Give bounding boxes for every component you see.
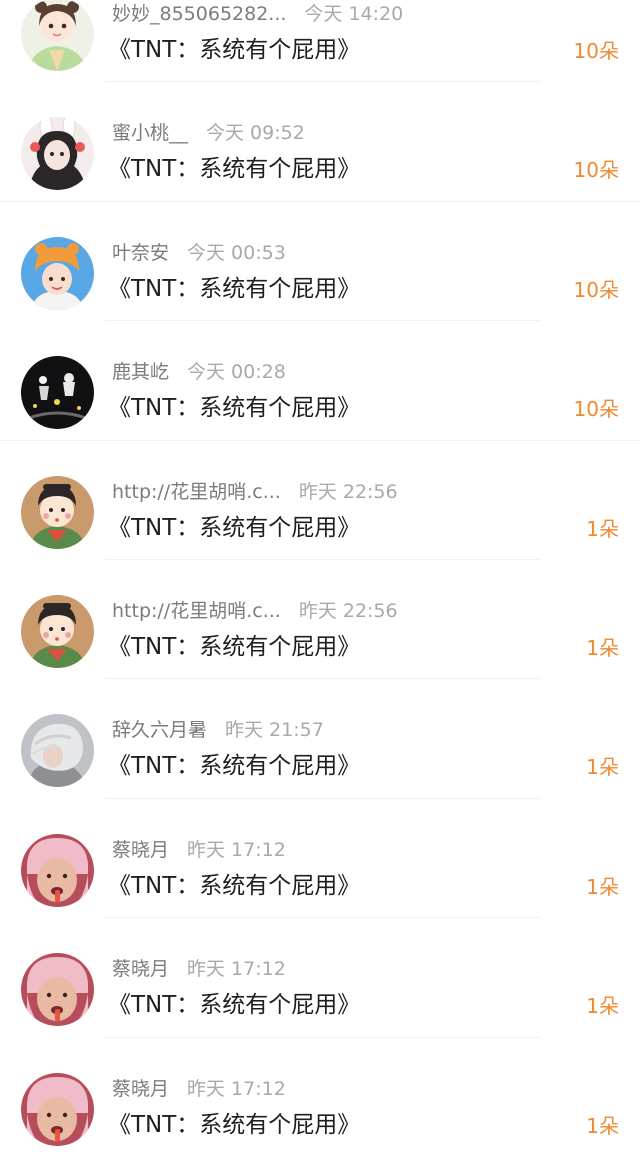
gift-record-row[interactable]: http://花里胡哨.c... 昨天 22:56 《TNT：系统有个屁用》 1朵 xyxy=(0,560,640,680)
work-title[interactable]: 《TNT：系统有个屁用》 xyxy=(108,154,360,184)
user-avatar[interactable] xyxy=(21,1072,94,1146)
cartoon-chinese-doll-avatar-icon xyxy=(21,475,94,549)
user-name[interactable]: 蔡晓月 xyxy=(112,1076,169,1102)
work-title[interactable]: 《TNT：系统有个屁用》 xyxy=(108,990,360,1020)
gift-record-row[interactable]: 蜜小桃__ 今天 09:52 《TNT：系统有个屁用》 10朵 xyxy=(0,82,640,202)
record-meta: 妙妙_855065282... 今天 14:20 xyxy=(112,1,403,27)
user-name[interactable]: http://花里胡哨.c... xyxy=(112,598,281,624)
pink-hat-face-avatar-icon xyxy=(21,1072,94,1146)
user-avatar[interactable] xyxy=(21,236,94,310)
record-meta: 蔡晓月 昨天 17:12 xyxy=(112,1076,286,1102)
user-name[interactable]: http://花里胡哨.c... xyxy=(112,479,281,505)
work-title[interactable]: 《TNT：系统有个屁用》 xyxy=(108,1110,360,1140)
flower-count: 10朵 xyxy=(573,39,619,63)
work-title[interactable]: 《TNT：系统有个屁用》 xyxy=(108,632,360,662)
gift-record-list: 妙妙_855065282... 今天 14:20 《TNT：系统有个屁用》 10朵… xyxy=(0,0,640,1157)
user-avatar[interactable] xyxy=(21,953,94,1027)
user-avatar[interactable] xyxy=(21,356,94,430)
record-meta: 蔡晓月 昨天 17:12 xyxy=(112,837,286,863)
girl-hanfu-avatar-icon xyxy=(21,0,94,71)
user-avatar[interactable] xyxy=(21,714,94,788)
record-meta: 叶奈安 今天 00:53 xyxy=(112,240,286,266)
flower-count: 10朵 xyxy=(573,158,619,183)
work-title[interactable]: 《TNT：系统有个屁用》 xyxy=(108,393,360,423)
record-time: 昨天 17:12 xyxy=(187,838,286,861)
gift-record-row[interactable]: 妙妙_855065282... 今天 14:20 《TNT：系统有个屁用》 10朵 xyxy=(0,0,640,83)
boy-orange-hat-avatar-icon xyxy=(21,236,94,310)
girl-bunny-ears-avatar-icon xyxy=(21,117,94,191)
gift-record-row[interactable]: http://花里胡哨.c... 昨天 22:56 《TNT：系统有个屁用》 1朵 xyxy=(0,441,640,560)
record-time: 昨天 22:56 xyxy=(298,480,398,503)
user-name[interactable]: 叶奈安 xyxy=(112,240,169,266)
work-title[interactable]: 《TNT：系统有个屁用》 xyxy=(108,274,360,304)
user-avatar[interactable] xyxy=(21,833,94,907)
record-time: 今天 00:28 xyxy=(187,361,286,384)
gift-record-row[interactable]: 叶奈安 今天 00:53 《TNT：系统有个屁用》 10朵 xyxy=(0,202,640,322)
flower-count: 1朵 xyxy=(586,1113,619,1138)
pink-hat-face-avatar-icon xyxy=(21,833,94,907)
record-time: 今天 00:53 xyxy=(187,241,286,264)
user-avatar[interactable] xyxy=(21,0,94,71)
user-name[interactable]: 辞久六月暑 xyxy=(112,717,207,743)
work-title[interactable]: 《TNT：系统有个屁用》 xyxy=(108,35,360,65)
flower-count: 1朵 xyxy=(586,874,619,899)
gift-record-row[interactable]: 蔡晓月 昨天 17:12 《TNT：系统有个屁用》 1朵 xyxy=(0,918,640,1038)
work-title[interactable]: 《TNT：系统有个屁用》 xyxy=(108,751,360,781)
cartoon-chinese-doll-avatar-icon xyxy=(21,594,94,668)
flower-count: 1朵 xyxy=(586,755,619,780)
flower-count: 1朵 xyxy=(586,994,619,1019)
flower-count: 10朵 xyxy=(573,397,619,422)
gift-record-row[interactable]: 蔡晓月 昨天 17:12 《TNT：系统有个屁用》 1朵 xyxy=(0,1038,640,1157)
flower-count: 1朵 xyxy=(586,516,619,541)
user-avatar[interactable] xyxy=(21,475,94,549)
gift-record-row[interactable]: 鹿其屹 今天 00:28 《TNT：系统有个屁用》 10朵 xyxy=(0,321,640,441)
record-meta: http://花里胡哨.c... 昨天 22:56 xyxy=(112,479,398,505)
record-time: 昨天 17:12 xyxy=(187,958,286,981)
record-time: 今天 14:20 xyxy=(304,3,404,25)
record-meta: 辞久六月暑 昨天 21:57 xyxy=(112,717,324,743)
user-name[interactable]: 鹿其屹 xyxy=(112,359,169,385)
record-meta: 蔡晓月 昨天 17:12 xyxy=(112,956,286,982)
record-meta: 蜜小桃__ 今天 09:52 xyxy=(112,120,305,146)
stage-group-avatar-icon xyxy=(21,356,94,430)
user-name[interactable]: 蔡晓月 xyxy=(112,837,169,863)
user-avatar[interactable] xyxy=(21,117,94,191)
record-meta: 鹿其屹 今天 00:28 xyxy=(112,359,286,385)
flower-count: 1朵 xyxy=(586,635,619,660)
pink-hat-face-avatar-icon xyxy=(21,953,94,1027)
user-name[interactable]: 蔡晓月 xyxy=(112,956,169,982)
gift-record-row[interactable]: 蔡晓月 昨天 17:12 《TNT：系统有个屁用》 1朵 xyxy=(0,799,640,919)
record-time: 昨天 21:57 xyxy=(225,719,324,742)
record-time: 昨天 22:56 xyxy=(298,599,398,622)
flower-count: 10朵 xyxy=(573,277,619,302)
user-name[interactable]: 蜜小桃__ xyxy=(112,120,188,146)
user-name[interactable]: 妙妙_855065282... xyxy=(112,1,286,27)
user-avatar[interactable] xyxy=(21,594,94,668)
silver-hair-avatar-icon xyxy=(21,714,94,788)
record-time: 昨天 17:12 xyxy=(187,1077,286,1100)
work-title[interactable]: 《TNT：系统有个屁用》 xyxy=(108,871,360,901)
work-title[interactable]: 《TNT：系统有个屁用》 xyxy=(108,513,360,543)
record-meta: http://花里胡哨.c... 昨天 22:56 xyxy=(112,598,398,624)
gift-record-row[interactable]: 辞久六月暑 昨天 21:57 《TNT：系统有个屁用》 1朵 xyxy=(0,679,640,799)
record-time: 今天 09:52 xyxy=(206,122,305,145)
